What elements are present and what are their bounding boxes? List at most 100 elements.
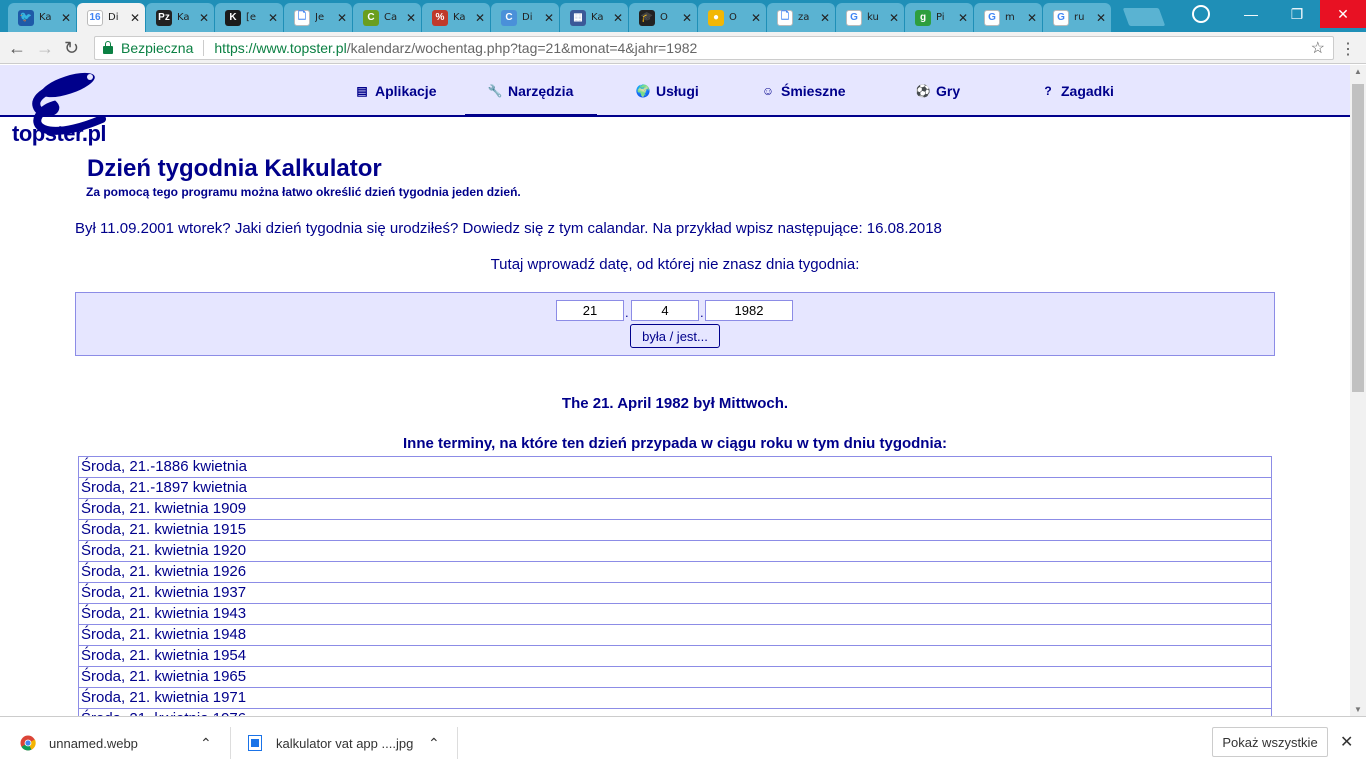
table-row: Środa, 21.-1897 kwietnia <box>79 478 1271 499</box>
scroll-up-icon[interactable]: ▲ <box>1354 67 1362 76</box>
close-window-icon[interactable]: ✕ <box>1320 0 1366 28</box>
table-row: Środa, 21. kwietnia 1937 <box>79 583 1271 604</box>
tab-close-icon[interactable]: ✕ <box>406 11 416 25</box>
download-item[interactable]: unnamed.webp ⌃ <box>20 717 212 768</box>
nav-item-2[interactable]: 🌍 Usługi <box>635 65 699 117</box>
soccer-ball-icon: ⚽ <box>915 84 931 98</box>
chevron-up-icon[interactable]: ⌃ <box>200 735 212 752</box>
nav-item-label: Gry <box>936 83 961 99</box>
coin-icon: ● <box>708 9 724 26</box>
table-row: Środa, 21. kwietnia 1965 <box>79 667 1271 688</box>
nav-item-label: Śmieszne <box>781 83 846 99</box>
page-scrollbar[interactable]: ▲ ▼ <box>1350 65 1366 716</box>
browser-tab[interactable]: 🎓 O ✕ <box>629 3 697 32</box>
new-tab-button[interactable] <box>1122 8 1166 26</box>
scroll-down-icon[interactable]: ▼ <box>1354 705 1362 714</box>
intro-text: Był 11.09.2001 wtorek? Jaki dzień tygodn… <box>75 220 942 237</box>
date-separator: . <box>625 305 629 320</box>
image-file-icon <box>248 735 262 751</box>
logo-text[interactable]: topster.pl <box>12 121 107 147</box>
document-icon: 🗋 <box>777 9 793 26</box>
scroll-thumb[interactable] <box>1352 84 1364 392</box>
tab-close-icon[interactable]: ✕ <box>751 11 761 25</box>
tab-close-icon[interactable]: ✕ <box>544 11 554 25</box>
browser-tab[interactable]: Gku ✕ <box>836 3 904 32</box>
tab-close-icon[interactable]: ✕ <box>268 11 278 25</box>
table-row: Środa, 21. kwietnia 1971 <box>79 688 1271 709</box>
nav-item-1[interactable]: 🔧 Narzędzia <box>464 65 598 117</box>
nav-item-4[interactable]: ⚽ Gry <box>915 65 961 117</box>
tab-close-icon[interactable]: ✕ <box>958 11 968 25</box>
tab-close-icon[interactable]: ✕ <box>199 11 209 25</box>
nav-item-0[interactable]: ▤ Aplikacje <box>354 65 436 117</box>
nav-item-5[interactable]: ? Zagadki <box>1040 65 1114 117</box>
day-input[interactable] <box>556 300 624 321</box>
browser-tab[interactable]: Gru ✕ <box>1043 3 1111 32</box>
globe-icon: 🌍 <box>635 84 651 98</box>
nav-item-label: Narzędzia <box>508 83 574 99</box>
browser-tab[interactable]: Gm ✕ <box>974 3 1042 32</box>
nav-item-label: Aplikacje <box>375 83 437 99</box>
year-input[interactable] <box>705 300 793 321</box>
tab-label: O <box>660 12 668 23</box>
table-row: Środa, 21. kwietnia 1948 <box>79 625 1271 646</box>
tab-close-icon[interactable]: ✕ <box>1027 11 1037 25</box>
k-icon: K <box>225 9 241 26</box>
tab-close-icon[interactable]: ✕ <box>1096 11 1106 25</box>
bird-icon: 🐦 <box>18 9 34 26</box>
browser-tab[interactable]: C Di ✕ <box>491 3 559 32</box>
question-icon: ? <box>1044 84 1052 98</box>
show-all-button[interactable]: Pokaż wszystkie <box>1212 727 1328 757</box>
tab-close-icon[interactable]: ✕ <box>475 11 485 25</box>
tab-label: Pi <box>936 12 945 23</box>
tab-label: m <box>1005 12 1015 23</box>
browser-tab[interactable]: 🗋 Je ✕ <box>284 3 352 32</box>
tab-close-icon[interactable]: ✕ <box>820 11 830 25</box>
tab-close-icon[interactable]: ✕ <box>889 11 899 25</box>
browser-tab[interactable]: ▦ Ka ✕ <box>560 3 628 32</box>
spreadsheet-icon: g <box>915 9 931 26</box>
tab-label: ku <box>867 12 879 23</box>
restore-icon[interactable]: ❐ <box>1274 0 1320 28</box>
browser-tab[interactable]: Pz Ka ✕ <box>146 3 214 32</box>
minimize-icon[interactable]: — <box>1228 0 1274 28</box>
menu-icon[interactable]: ⋮ <box>1340 39 1356 59</box>
tab-close-icon[interactable]: ✕ <box>682 11 692 25</box>
prompt-text: Tutaj wprowadź datę, od której nie znasz… <box>490 256 860 273</box>
page-title: Dzień tygodnia Kalkulator <box>87 155 382 182</box>
page-subtitle: Za pomocą tego programu można łatwo okre… <box>86 185 521 199</box>
submit-button[interactable]: była / jest... <box>630 324 720 348</box>
browser-tab[interactable]: g Pi ✕ <box>905 3 973 32</box>
site-header: topster.pl ▤ Aplikacje 🔧 Narzędzia 🌍 Usługi ☺ Ś… <box>0 65 1350 146</box>
download-item[interactable]: kalkulator vat app ....jpg ⌃ <box>248 717 440 768</box>
table-row: Środa, 21. kwietnia 1920 <box>79 541 1271 562</box>
chevron-up-icon[interactable]: ⌃ <box>428 735 440 752</box>
url-path: /kalendarz/wochentag.php?tag=21&monat=4&… <box>346 40 698 56</box>
back-icon[interactable]: ← <box>8 38 26 59</box>
forward-icon[interactable]: → <box>36 38 54 59</box>
browser-toolbar: ← → ↻ Bezpieczna https://www.topster.pl /… <box>0 32 1366 64</box>
browser-tab[interactable]: 🐦 Ka ✕ <box>8 3 76 32</box>
tab-close-icon[interactable]: ✕ <box>130 11 140 25</box>
browser-tab[interactable]: % Ka ✕ <box>422 3 490 32</box>
nav-item-3[interactable]: ☺ Śmieszne <box>760 65 846 117</box>
browser-tab[interactable]: 16 Di ✕ <box>77 3 145 32</box>
browser-tab[interactable]: C Ca ✕ <box>353 3 421 32</box>
reload-icon[interactable]: ↻ <box>64 38 79 59</box>
close-icon[interactable]: ✕ <box>1340 732 1353 752</box>
tab-label: Ka <box>453 12 466 23</box>
tab-close-icon[interactable]: ✕ <box>337 11 347 25</box>
address-bar[interactable]: Bezpieczna https://www.topster.pl/kalend… <box>94 36 1334 60</box>
google-icon: G <box>1053 9 1069 26</box>
tab-close-icon[interactable]: ✕ <box>613 11 623 25</box>
table-row: Środa, 21. kwietnia 1943 <box>79 604 1271 625</box>
browser-tab[interactable]: K [e ✕ <box>215 3 283 32</box>
bookmark-star-icon[interactable]: ☆ <box>1311 38 1325 58</box>
tab-close-icon[interactable]: ✕ <box>61 11 71 25</box>
browser-tab[interactable]: ● O ✕ <box>698 3 766 32</box>
table-row: Środa, 21.-1886 kwietnia <box>79 457 1271 478</box>
profile-icon[interactable] <box>1192 5 1210 23</box>
month-input[interactable] <box>631 300 699 321</box>
tab-label: Ka <box>177 12 190 23</box>
browser-tab[interactable]: 🗋 za ✕ <box>767 3 835 32</box>
